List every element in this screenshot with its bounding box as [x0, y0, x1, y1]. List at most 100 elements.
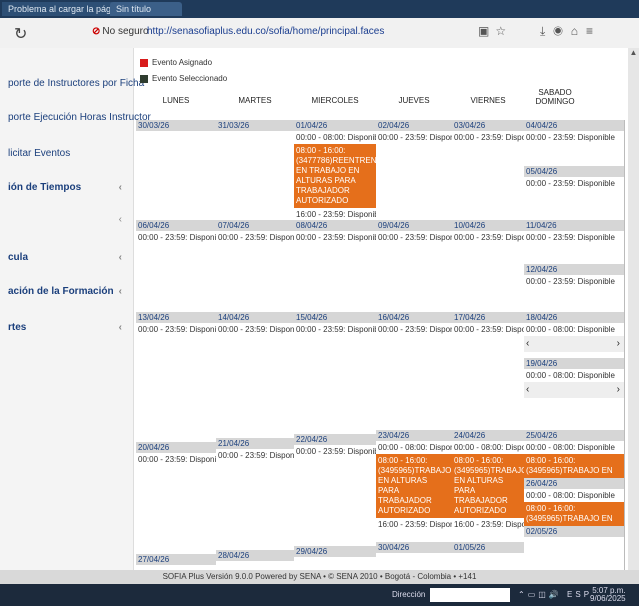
tray-icons[interactable]: ⌃▭◫🔊 ESP: [518, 590, 592, 599]
slot-available[interactable]: 00:00 - 23:59: Disponible: [452, 131, 524, 144]
day-cell[interactable]: 10/04/2600:00 - 23:59: Disponible: [452, 220, 525, 313]
slot-available[interactable]: 00:00 - 23:59: Disponible: [294, 323, 376, 336]
day-cell[interactable]: 06/04/2600:00 - 23:59: Disponible: [136, 220, 217, 313]
calendar-grid: 30/03/26 31/03/26 01/04/26 00:00 - 08:00…: [136, 120, 626, 571]
address-bar: ↻ ⊘ No seguro http://senasofiaplus.edu.co…: [0, 18, 639, 49]
sidebar-item-gestion-tiempos[interactable]: ión de Tiempos ‹: [8, 182, 130, 202]
sidebar-item-matricula[interactable]: cula ‹: [8, 252, 130, 272]
slot-available[interactable]: 00:00 - 23:59: Disponible: [452, 323, 524, 336]
slot-available[interactable]: 00:00 - 08:00: Disponible: [524, 489, 624, 502]
calendar-week-2: 06/04/2600:00 - 23:59: Disponible 07/04/…: [136, 220, 626, 313]
event-assigned[interactable]: 08:00 - 16:00: (3495965)TRABAJO EN ALTUR…: [452, 454, 524, 518]
scroll-left-icon[interactable]: ‹: [526, 384, 529, 395]
event-assigned[interactable]: 08:00 - 16:00: (3495965)TRABAJO EN ALTUR…: [376, 454, 452, 518]
clock[interactable]: 5:07 p.m. 9/06/2025: [590, 587, 626, 603]
day-date: 02/05/26: [524, 526, 624, 537]
day-cell[interactable]: 16/04/2600:00 - 23:59: Disponible: [376, 312, 453, 431]
day-cell[interactable]: 01/05/26: [452, 542, 525, 571]
toolbar-icons[interactable]: ⤓◉⌂≡: [540, 24, 601, 39]
slot-available[interactable]: 00:00 - 23:59: Disponible: [524, 275, 624, 288]
day-date: 10/04/26: [452, 220, 524, 231]
calendar-week-3: 13/04/2600:00 - 23:59: Disponible 14/04/…: [136, 312, 626, 431]
sidebar-item-reporte-ejecucion[interactable]: porte Ejecución Horas Instructor: [8, 112, 151, 132]
day-cell[interactable]: 03/04/2600:00 - 23:59: Disponible: [452, 120, 525, 221]
day-date: 04/04/26: [524, 120, 624, 131]
slot-available[interactable]: 00:00 - 23:59: Disponible: [136, 323, 216, 336]
sidebar-item-evaluacion[interactable]: ación de la Formación ‹: [8, 286, 130, 306]
sidebar-item-reportes[interactable]: rtes ‹: [8, 322, 130, 342]
day-cell[interactable]: 15/04/26 00:00 - 23:59: Disponible: [294, 312, 377, 431]
slot-available[interactable]: 00:00 - 23:59: Disponible: [524, 131, 624, 144]
slot-available[interactable]: 00:00 - 23:59: Disponible: [216, 449, 294, 462]
language-indicator[interactable]: ESP: [567, 590, 592, 599]
event-assigned[interactable]: 08:00 - 16:00: (3495965)TRABAJO EN: [524, 454, 624, 478]
day-cell[interactable]: 20/04/2600:00 - 23:59: Disponible: [136, 430, 217, 543]
day-date: 15/04/26: [294, 312, 376, 323]
day-cell[interactable]: 08/04/26 00:00 - 23:59: Disponible: [294, 220, 377, 313]
inner-scroll[interactable]: ‹ ›: [524, 382, 624, 398]
slot-available[interactable]: 00:00 - 23:59: Disponible: [294, 231, 376, 244]
slot-available[interactable]: 00:00 - 23:59: Disponible: [376, 323, 452, 336]
day-cell[interactable]: 21/04/2600:00 - 23:59: Disponible: [216, 430, 295, 543]
slot-available[interactable]: 00:00 - 23:59: Disponible: [524, 177, 624, 190]
day-date: 01/04/26: [294, 120, 376, 131]
slot-available[interactable]: 00:00 - 23:59: Disponible: [524, 231, 624, 244]
day-cell[interactable]: 22/04/26 00:00 - 23:59: Disponible: [294, 430, 377, 543]
slot-available[interactable]: 00:00 - 08:00: Disponible: [294, 131, 376, 144]
day-date: 03/04/26: [452, 120, 524, 131]
day-cell[interactable]: 02/04/2600:00 - 23:59: Disponible: [376, 120, 453, 221]
day-cell[interactable]: 24/04/26 00:00 - 08:00: Disponible 08:00…: [452, 430, 525, 543]
reader-star-icons[interactable]: ▣☆: [478, 24, 512, 38]
page-scrollbar[interactable]: ▲: [628, 48, 639, 570]
slot-available[interactable]: 00:00 - 23:59: Disponible: [376, 131, 452, 144]
slot-available[interactable]: 16:00 - 23:59: Disponible: [376, 518, 452, 531]
scroll-left-icon[interactable]: ‹: [526, 338, 529, 349]
slot-available[interactable]: 00:00 - 23:59: Disponible: [376, 231, 452, 244]
day-cell[interactable]: 13/04/2600:00 - 23:59: Disponible: [136, 312, 217, 431]
day-cell[interactable]: 14/04/2600:00 - 23:59: Disponible: [216, 312, 295, 431]
slot-available[interactable]: 00:00 - 08:00: Disponible: [452, 441, 524, 454]
header-sabado-domingo: SABADO DOMINGO: [535, 88, 575, 106]
sidebar-item-solicitar-eventos[interactable]: licitar Eventos: [8, 148, 130, 168]
day-cell[interactable]: 09/04/2600:00 - 23:59: Disponible: [376, 220, 453, 313]
day-cell[interactable]: 27/04/26: [136, 542, 217, 571]
day-cell[interactable]: 30/04/26: [376, 542, 453, 571]
warning-icon: ⊘: [92, 26, 101, 37]
security-indicator[interactable]: ⊘ No seguro: [92, 26, 149, 37]
slot-available[interactable]: 00:00 - 23:59: Disponible: [216, 323, 294, 336]
sidebar-item-reporte-instructores[interactable]: porte de Instructores por Ficha: [8, 78, 144, 98]
slot-available[interactable]: 00:00 - 23:59: Disponible: [136, 231, 216, 244]
slot-available[interactable]: 00:00 - 23:59: Disponible: [294, 445, 376, 458]
url-field[interactable]: http://senasofiaplus.edu.co/sofia/home/p…: [147, 26, 384, 37]
slot-available[interactable]: 00:00 - 08:00: Disponible: [524, 323, 624, 336]
direccion-input[interactable]: [430, 588, 510, 602]
day-cell[interactable]: 23/04/26 00:00 - 08:00: Disponible 08:00…: [376, 430, 453, 543]
slot-available[interactable]: 00:00 - 08:00: Disponible: [524, 441, 624, 454]
browser-tab-active[interactable]: Sin título: [110, 2, 182, 16]
slot-available[interactable]: 16:00 - 23:59: Disponible: [452, 518, 524, 531]
scroll-up-icon[interactable]: ▲: [628, 48, 639, 59]
day-cell[interactable]: 28/04/26: [216, 542, 295, 571]
day-date: 11/04/26: [524, 220, 624, 231]
reload-icon[interactable]: ↻: [14, 24, 27, 44]
day-cell[interactable]: 17/04/2600:00 - 23:59: Disponible: [452, 312, 525, 431]
day-cell[interactable]: 31/03/26: [216, 120, 295, 221]
scroll-right-icon[interactable]: ›: [617, 338, 620, 349]
day-cell[interactable]: 29/04/26: [294, 542, 377, 571]
day-date: 22/04/26: [294, 434, 376, 445]
browser-tab-error[interactable]: Problema al cargar la página: [2, 2, 112, 16]
event-assigned[interactable]: 08:00 - 16:00: (3495965)TRABAJO EN: [524, 502, 624, 526]
day-cell[interactable]: 07/04/2600:00 - 23:59: Disponible: [216, 220, 295, 313]
event-assigned[interactable]: 08:00 - 16:00: (3477786)REENTRENAMIENTO …: [294, 144, 376, 208]
day-cell[interactable]: 01/04/26 00:00 - 08:00: Disponible 08:00…: [294, 120, 377, 221]
slot-available[interactable]: 00:00 - 08:00: Disponible: [524, 369, 624, 382]
day-date: 16/04/26: [376, 312, 452, 323]
slot-available[interactable]: 00:00 - 23:59: Disponible: [452, 231, 524, 244]
sidebar-item-blank[interactable]: ‹: [8, 214, 130, 234]
slot-available[interactable]: 00:00 - 23:59: Disponible: [136, 453, 216, 466]
scroll-right-icon[interactable]: ›: [617, 384, 620, 395]
slot-available[interactable]: 00:00 - 23:59: Disponible: [216, 231, 294, 244]
day-cell[interactable]: 30/03/26: [136, 120, 217, 221]
slot-available[interactable]: 00:00 - 08:00: Disponible: [376, 441, 452, 454]
inner-scroll[interactable]: ‹ ›: [524, 336, 624, 352]
